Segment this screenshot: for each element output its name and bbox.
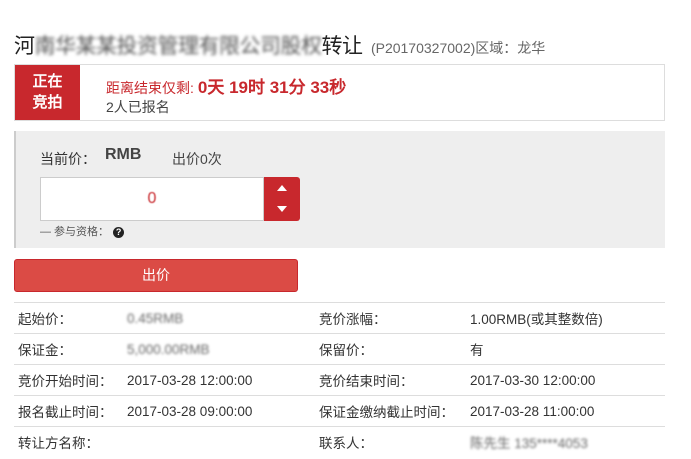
info-value: 有 [466, 333, 665, 365]
current-price-value: RMB [105, 146, 142, 163]
info-value: 2017-03-28 09:00:00 [123, 395, 315, 427]
info-row: 报名截止时间： 2017-03-28 09:00:00 保证金缴纳截止时间： 2017… [14, 395, 665, 427]
project-code: (P20170327002)区域：龙华 [370, 40, 546, 56]
info-label: 保证金缴纳截止时间： [315, 395, 466, 427]
info-value: 1.00RMB(或其整数倍) [466, 302, 665, 334]
qualification: — 参与资格：? [40, 223, 125, 239]
status-badge: 正在 竞拍 [15, 65, 80, 120]
info-row: 保证金： 5,000.00RMB 保留价：有 [14, 333, 665, 365]
bid-count: 出价0次 [172, 151, 222, 167]
info-label: 联系人： [315, 426, 466, 458]
info-value: 2017-03-28 12:00:00 [123, 364, 315, 396]
info-label: 保证金： [14, 333, 123, 365]
bid-input-wrapper [40, 177, 264, 221]
info-row: 转让方名称： 联系人： 陈先生 135****4053 [14, 426, 665, 458]
info-value: 0.45RMB [123, 302, 315, 334]
info-value: 5,000.00RMB [123, 333, 315, 365]
info-label: 竞价开始时间： [14, 364, 123, 396]
help-icon[interactable]: ? [113, 226, 125, 238]
info-label: 报名截止时间： [14, 395, 123, 427]
increase-bid-icon[interactable] [264, 177, 300, 199]
info-value: 2017-03-30 12:00:00 [466, 364, 665, 396]
auction-info-table: 起始价： 0.45RMB 竞价涨幅： 1.00RMB(或其整数倍) 保证金： 5,000.… [14, 302, 665, 458]
info-label: 起始价： [14, 302, 123, 334]
title-prefix: 河 [14, 35, 35, 58]
countdown: 距离结束仅剩: 0天 19时 31分 33秒 [106, 73, 346, 98]
submit-bid-button[interactable]: 出价 [14, 259, 298, 292]
decrease-bid-icon[interactable] [264, 199, 300, 221]
qualification-label: — 参与资格： [40, 226, 110, 238]
bid-panel: 当前价： RMB 出价0次 — 参与资格：? [14, 131, 665, 248]
page-title: 河南华某某投资管理有限公司股权转让 (P20170327002)区域：龙华 [14, 30, 684, 60]
info-value [123, 426, 315, 458]
title-suffix: 转让 [321, 35, 364, 58]
status-badge-line2: 竞拍 [32, 94, 63, 111]
countdown-value: 0天 19时 31分 33秒 [197, 78, 347, 97]
current-price-label: 当前价： [40, 151, 96, 167]
status-badge-line1: 正在 [32, 73, 63, 90]
info-label: 竞价结束时间： [315, 364, 466, 396]
auction-status-box: 正在 竞拍 距离结束仅剩: 0天 19时 31分 33秒 2人已报名 [14, 64, 665, 121]
info-value: 陈先生 135****4053 [466, 426, 665, 458]
info-row: 竞价开始时间： 2017-03-28 12:00:00 竞价结束时间： 2017-03… [14, 364, 665, 396]
info-label: 竞价涨幅： [315, 302, 466, 334]
signup-count: 2人已报名 [106, 99, 170, 115]
countdown-label: 距离结束仅剩: [106, 80, 194, 96]
info-label: 转让方名称： [14, 426, 123, 458]
bid-stepper [264, 177, 300, 221]
info-row: 起始价： 0.45RMB 竞价涨幅： 1.00RMB(或其整数倍) [14, 302, 665, 334]
info-label: 保留价： [315, 333, 466, 365]
bid-amount-input[interactable] [41, 178, 263, 220]
info-value: 2017-03-28 11:00:00 [466, 395, 665, 427]
title-obscured: 南华某某投资管理有限公司股权 [34, 35, 323, 58]
